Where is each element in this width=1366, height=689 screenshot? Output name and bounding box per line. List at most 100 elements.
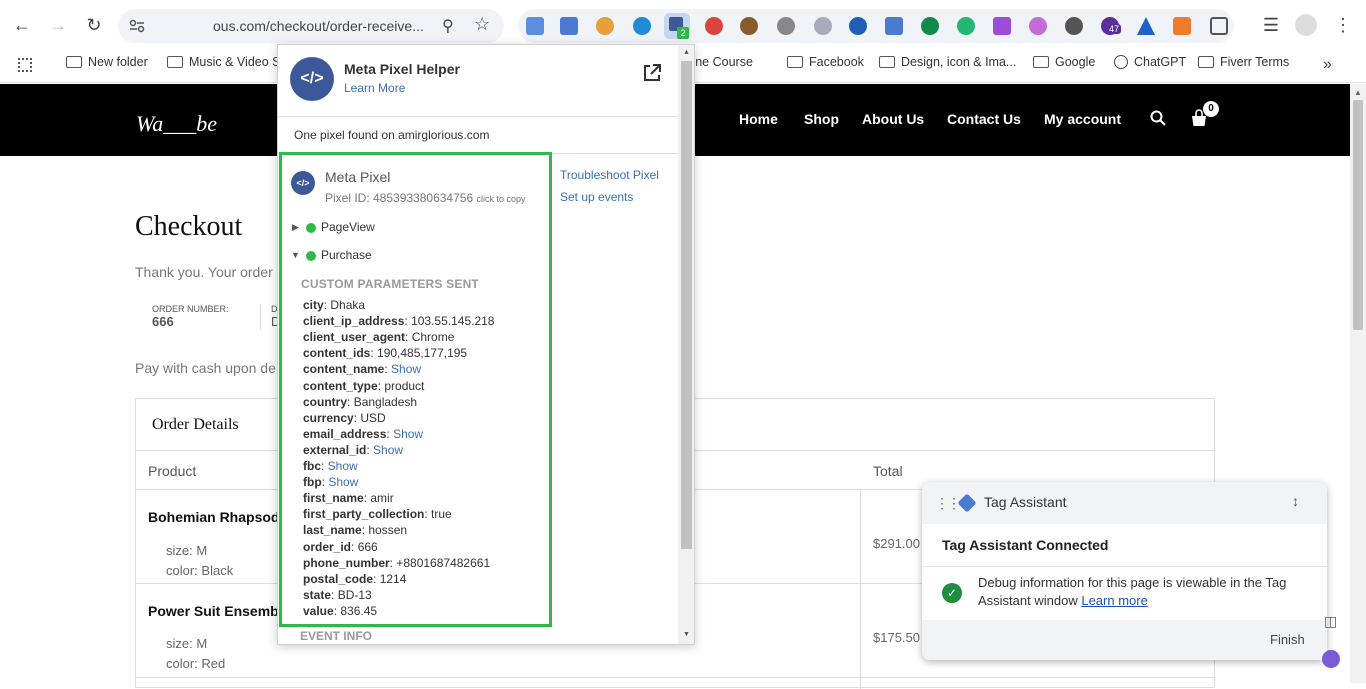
site-settings-icon[interactable] <box>128 17 146 35</box>
puzzle-extensions-icon[interactable] <box>1210 17 1228 35</box>
zoom-search-icon[interactable]: ⚲ <box>442 16 454 36</box>
param-value: Chrome <box>411 330 455 345</box>
param-show-link[interactable]: Show <box>328 459 358 473</box>
chatgpt-icon <box>1114 55 1128 69</box>
extension-icon[interactable] <box>1029 17 1047 35</box>
param-separator: : <box>405 330 412 345</box>
tag-assistant-panel: ⋮⋮ Tag Assistant ↕ Tag Assistant Connect… <box>922 482 1327 660</box>
param-show-link[interactable]: Show <box>373 443 403 457</box>
param-separator: : <box>347 394 354 409</box>
forward-icon[interactable]: → <box>45 12 71 38</box>
troubleshoot-pixel-link[interactable]: Troubleshoot Pixel <box>560 168 659 182</box>
scroll-up-icon[interactable]: ▲ <box>683 49 690 56</box>
bookmark-item[interactable]: ChatGPT <box>1114 55 1186 69</box>
param-separator: : <box>321 459 328 473</box>
meta-pixel-helper-popup: </> Meta Pixel Helper Learn More One pix… <box>277 44 695 645</box>
click-to-copy-hint[interactable]: click to copy <box>476 194 525 204</box>
url-text[interactable]: ous.com/checkout/order-receive... <box>213 18 424 34</box>
finish-button[interactable]: Finish <box>1270 632 1305 647</box>
nav-home[interactable]: Home <box>739 111 778 127</box>
param-row: fbp: Show <box>303 475 358 489</box>
pixel-name: Meta Pixel <box>325 169 391 185</box>
translate-icon[interactable] <box>885 17 903 35</box>
address-bar[interactable]: ous.com/checkout/order-receive... ⚲ ☆ <box>118 9 504 43</box>
cookie-icon[interactable] <box>740 17 758 35</box>
bookmark-star-icon[interactable]: ☆ <box>474 14 490 35</box>
setup-events-link[interactable]: Set up events <box>560 190 633 204</box>
learn-more-link[interactable]: Learn More <box>344 81 405 95</box>
event-purchase[interactable]: Purchase <box>321 248 372 262</box>
bookmark-item[interactable]: New folder <box>66 55 148 69</box>
search-icon[interactable] <box>1150 110 1166 131</box>
tag-learn-more-link[interactable]: Learn more <box>1081 593 1147 608</box>
param-key: value <box>303 603 334 618</box>
more-bookmarks-icon[interactable]: » <box>1323 56 1332 74</box>
param-show-link[interactable]: Show <box>393 427 423 441</box>
param-show-link[interactable]: Show <box>391 362 421 376</box>
side-panel-icon[interactable]: ◫ <box>1324 613 1337 630</box>
bookmark-item[interactable]: Music & Video S <box>167 55 280 69</box>
page-scrollbar[interactable]: ▲ <box>1350 84 1366 683</box>
extension-icon[interactable] <box>705 17 723 35</box>
param-row: email_address: Show <box>303 427 423 441</box>
order-number-value: 666 <box>152 314 174 329</box>
param-row: state: BD-13 <box>303 588 372 602</box>
param-row: client_ip_address: 103.55.145.218 <box>303 314 494 328</box>
bookmark-item[interactable]: Facebook <box>787 55 864 69</box>
meta-pixel-helper-ext-icon[interactable]: 2 <box>664 13 690 39</box>
popup-scroll-thumb[interactable] <box>681 61 692 549</box>
collapse-icon[interactable]: ↕ <box>1292 493 1299 509</box>
extension-icon[interactable] <box>596 17 614 35</box>
extension-icon[interactable] <box>633 17 651 35</box>
divider <box>922 566 1327 567</box>
event-info-header: EVENT INFO <box>300 629 373 643</box>
param-value: Bangladesh <box>353 394 418 409</box>
analytics-icon[interactable] <box>1173 17 1191 35</box>
nav-about-us[interactable]: About Us <box>862 111 924 127</box>
drag-handle-icon[interactable]: ⋮⋮ <box>935 495 961 512</box>
extension-icon[interactable]: 47 <box>1101 17 1122 35</box>
ai-assistant-icon[interactable] <box>1322 650 1340 668</box>
order-details-title: Order Details <box>152 416 239 433</box>
tag-assistant-ext-icon[interactable] <box>560 17 578 35</box>
scroll-down-icon[interactable]: ▼ <box>683 631 690 638</box>
bookmark-item[interactable]: Google <box>1033 55 1095 69</box>
site-logo[interactable]: Wa___be <box>136 111 217 137</box>
apps-grid-icon[interactable] <box>18 58 32 72</box>
profile-avatar[interactable] <box>1295 14 1317 36</box>
gear-icon[interactable] <box>777 17 795 35</box>
param-show-link[interactable]: Show <box>328 475 358 489</box>
nav-contact-us[interactable]: Contact Us <box>947 111 1021 127</box>
back-icon[interactable]: ← <box>9 12 35 38</box>
menu-kebab-icon[interactable]: ⋮ <box>1330 12 1356 38</box>
grammarly-icon[interactable] <box>921 17 939 35</box>
bookmark-item[interactable]: Fiverr Terms <box>1198 55 1289 69</box>
col-total-header: Total <box>873 463 903 479</box>
bookmark-item[interactable]: Design, icon & Ima... <box>879 55 1016 69</box>
item-name[interactable]: Power Suit Ensemb <box>148 603 279 619</box>
page-scroll-thumb[interactable] <box>1353 100 1363 330</box>
drive-icon[interactable] <box>1137 17 1155 35</box>
collapse-arrow-icon[interactable]: ▼ <box>291 250 300 260</box>
browser-toolbar: ← → ↻ ous.com/checkout/order-receive... … <box>0 0 1366 49</box>
extension-icon[interactable] <box>957 17 975 35</box>
item-name[interactable]: Bohemian Rhapsod <box>148 509 279 525</box>
reload-icon[interactable]: ↻ <box>81 12 107 38</box>
pixel-id[interactable]: Pixel ID: 485393380634756 click to copy <box>325 191 526 205</box>
popup-scrollbar[interactable]: ▲ ▼ <box>678 45 694 644</box>
param-row: phone_number: +8801687482661 <box>303 556 490 570</box>
spy-icon[interactable] <box>1065 17 1083 35</box>
nav-shop[interactable]: Shop <box>804 111 839 127</box>
event-pageview[interactable]: PageView <box>321 220 375 234</box>
tag-assistant-status: Tag Assistant Connected <box>942 537 1109 553</box>
scroll-up-icon[interactable]: ▲ <box>1354 88 1362 97</box>
open-external-icon[interactable] <box>642 63 662 88</box>
shield-icon[interactable] <box>814 17 832 35</box>
expand-arrow-icon[interactable]: ▶ <box>292 222 299 233</box>
extension-icon[interactable] <box>526 17 544 35</box>
reading-list-icon[interactable]: ☰ <box>1258 12 1284 38</box>
pixel-helper-logo-icon: </> <box>290 57 334 101</box>
nav-my-account[interactable]: My account <box>1044 111 1121 127</box>
extension-icon[interactable] <box>993 17 1011 35</box>
extension-icon[interactable] <box>849 17 867 35</box>
